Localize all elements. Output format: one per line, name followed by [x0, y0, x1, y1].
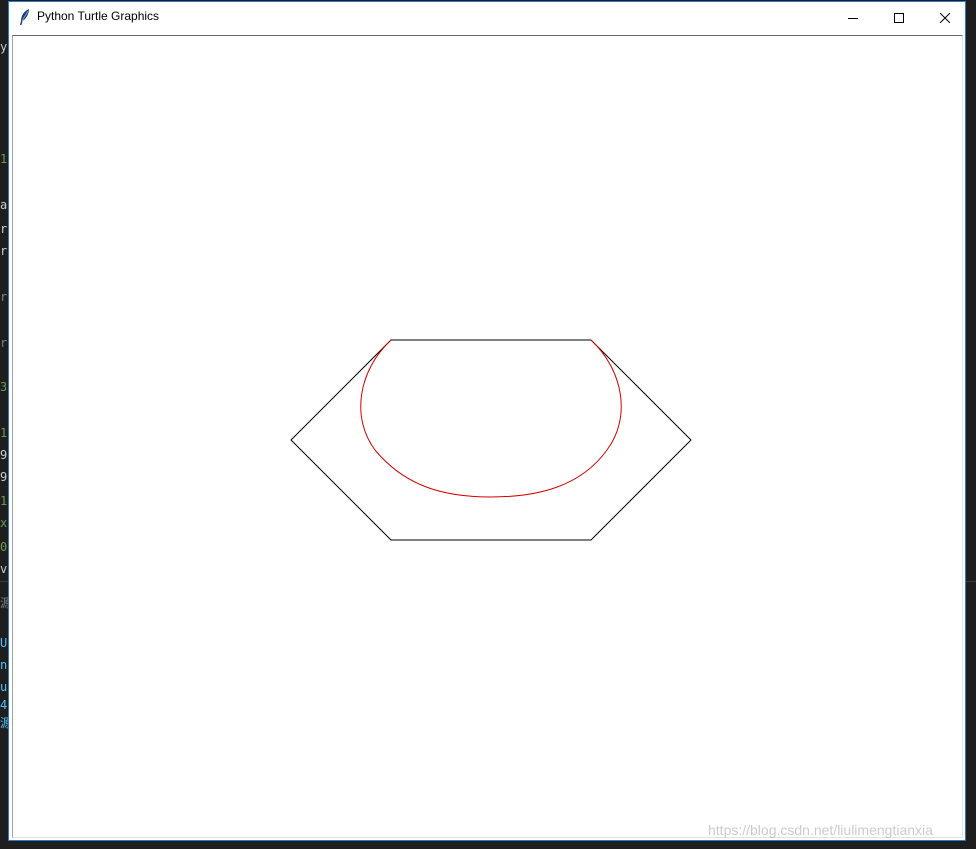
editor-glyph: U: [0, 636, 8, 650]
turtle-window: Python Turtle Graphics: [8, 1, 966, 841]
editor-glyph: 3: [0, 380, 8, 394]
editor-glyph: r: [0, 244, 8, 258]
window-title: Python Turtle Graphics: [37, 9, 160, 23]
editor-glyph: y: [0, 40, 8, 54]
editor-glyph: 1: [0, 494, 8, 508]
feather-icon: [18, 8, 32, 26]
ellipse-shape: [360, 339, 622, 498]
editor-glyph: r: [0, 222, 8, 236]
turtle-canvas-frame[interactable]: [12, 35, 963, 838]
editor-glyph: u: [0, 680, 8, 694]
editor-glyph: r: [0, 290, 8, 304]
watermark: https://blog.csdn.net/liulimengtianxia: [708, 822, 933, 838]
editor-glyph: 4: [0, 698, 8, 712]
editor-glyph: a: [0, 198, 8, 212]
minimize-button[interactable]: [830, 2, 876, 32]
editor-divider: [966, 581, 976, 582]
editor-glyph: 9: [0, 470, 8, 484]
background-bottom: [0, 840, 976, 849]
editor-glyph: r: [0, 336, 8, 350]
maximize-button[interactable]: [876, 2, 922, 32]
turtle-canvas[interactable]: [13, 36, 962, 837]
close-icon: [939, 8, 951, 27]
editor-glyph: 1: [0, 426, 8, 440]
editor-glyph: 9: [0, 448, 8, 462]
editor-glyph: n: [0, 658, 8, 672]
editor-glyph: x: [0, 516, 8, 530]
editor-glyph: 0: [0, 540, 8, 554]
editor-glyph: v: [0, 562, 8, 576]
minimize-icon: [848, 8, 858, 27]
title-bar[interactable]: Python Turtle Graphics: [9, 2, 965, 32]
editor-glyph: 1: [0, 152, 8, 166]
close-button[interactable]: [922, 2, 968, 32]
maximize-icon: [894, 8, 904, 27]
hexagon-shape: [290, 339, 692, 541]
